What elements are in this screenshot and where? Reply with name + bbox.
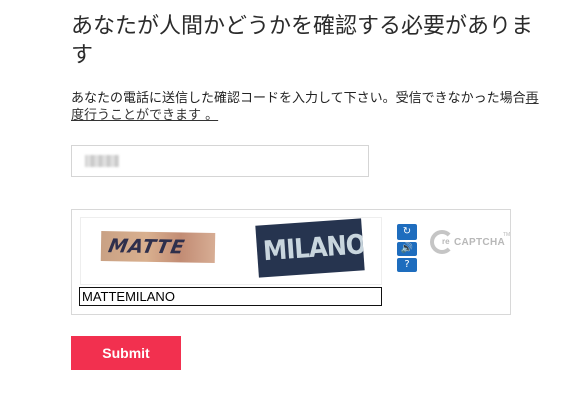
captcha-word-1: MATTE bbox=[100, 231, 216, 263]
captcha-response-input[interactable] bbox=[79, 287, 382, 306]
audio-icon[interactable]: 🔊 bbox=[397, 242, 417, 256]
recaptcha-widget: MATTE MILANO ↻ 🔊 ? re CAPTCHA TM bbox=[71, 209, 511, 315]
instructions-text: あなたの電話に送信した確認コードを入力して下さい。受信できなかった場合 bbox=[71, 91, 526, 106]
captcha-tools: ↻ 🔊 ? bbox=[397, 224, 417, 274]
captcha-word-2: MILANO bbox=[255, 218, 365, 278]
submit-button[interactable]: Submit bbox=[71, 336, 181, 370]
refresh-icon[interactable]: ↻ bbox=[397, 224, 417, 240]
recaptcha-logo: re CAPTCHA TM bbox=[430, 228, 510, 262]
blurred-code-value bbox=[85, 155, 119, 167]
help-icon[interactable]: ? bbox=[397, 258, 417, 272]
instructions: あなたの電話に送信した確認コードを入力して下さい。受信できなかった場合再度行うこ… bbox=[71, 90, 541, 124]
page-title: あなたが人間かどうかを確認する必要があります bbox=[71, 14, 534, 68]
verification-code-input[interactable] bbox=[71, 145, 369, 177]
captcha-image: MATTE MILANO bbox=[80, 217, 382, 285]
